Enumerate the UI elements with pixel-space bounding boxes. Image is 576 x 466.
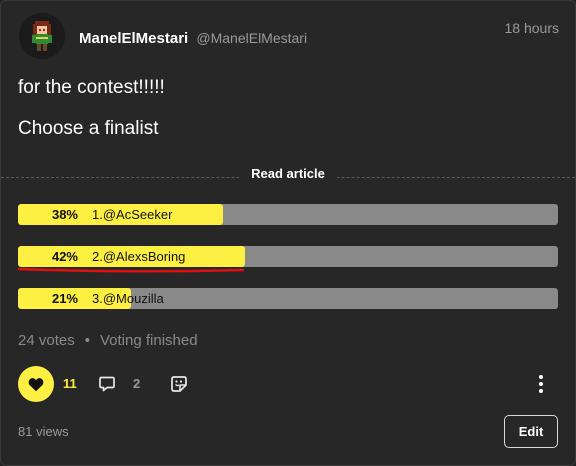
- poll-votes-count: 24 votes: [18, 332, 75, 349]
- heart-icon: [28, 377, 44, 391]
- like-button[interactable]: [18, 366, 54, 402]
- poll-option-label: 3.@Mouzilla: [92, 291, 164, 306]
- sticker-button[interactable]: [170, 375, 188, 398]
- poll-option-percent: 21%: [51, 291, 78, 306]
- author-line: ManelElMestari @ManelElMestari: [79, 30, 307, 47]
- avatar[interactable]: [19, 13, 65, 59]
- more-vertical-icon: [539, 375, 543, 393]
- like-count: 11: [63, 376, 77, 391]
- read-article-link[interactable]: Read article: [239, 166, 337, 181]
- poll-meta: 24 votes • Voting finished: [18, 332, 198, 349]
- poll-meta-separator: •: [84, 332, 90, 349]
- post-subtitle: Choose a finalist: [18, 118, 159, 139]
- poll-status: Voting finished: [99, 332, 198, 349]
- edit-button[interactable]: Edit: [504, 415, 558, 448]
- post-title: for the contest!!!!!: [18, 77, 165, 98]
- post-timestamp: 18 hours: [504, 20, 559, 36]
- winner-underline-mark: [18, 267, 244, 273]
- sticker-icon: [171, 376, 187, 392]
- poll-option-2[interactable]: 42% 2.@AlexsBoring: [18, 246, 558, 267]
- poll-option-label: 2.@AlexsBoring: [92, 249, 186, 264]
- more-options-button[interactable]: [534, 374, 548, 399]
- poll-option-3[interactable]: 21% 3.@Mouzilla: [18, 288, 558, 309]
- author-handle[interactable]: @ManelElMestari: [196, 30, 307, 46]
- poll-option-1[interactable]: 38% 1.@AcSeeker: [18, 204, 558, 225]
- author-name[interactable]: ManelElMestari: [79, 30, 188, 47]
- post-card: ManelElMestari @ManelElMestari 18 hours …: [0, 0, 576, 466]
- poll-option-percent: 42%: [51, 249, 78, 264]
- comment-count: 2: [133, 376, 141, 391]
- comment-icon: [99, 376, 115, 392]
- avatar-pixel-character-icon: [19, 13, 65, 59]
- views-count: 81 views: [18, 424, 69, 439]
- poll-option-label: 1.@AcSeeker: [92, 207, 173, 222]
- poll-option-percent: 38%: [51, 207, 78, 222]
- comment-button[interactable]: [98, 375, 116, 398]
